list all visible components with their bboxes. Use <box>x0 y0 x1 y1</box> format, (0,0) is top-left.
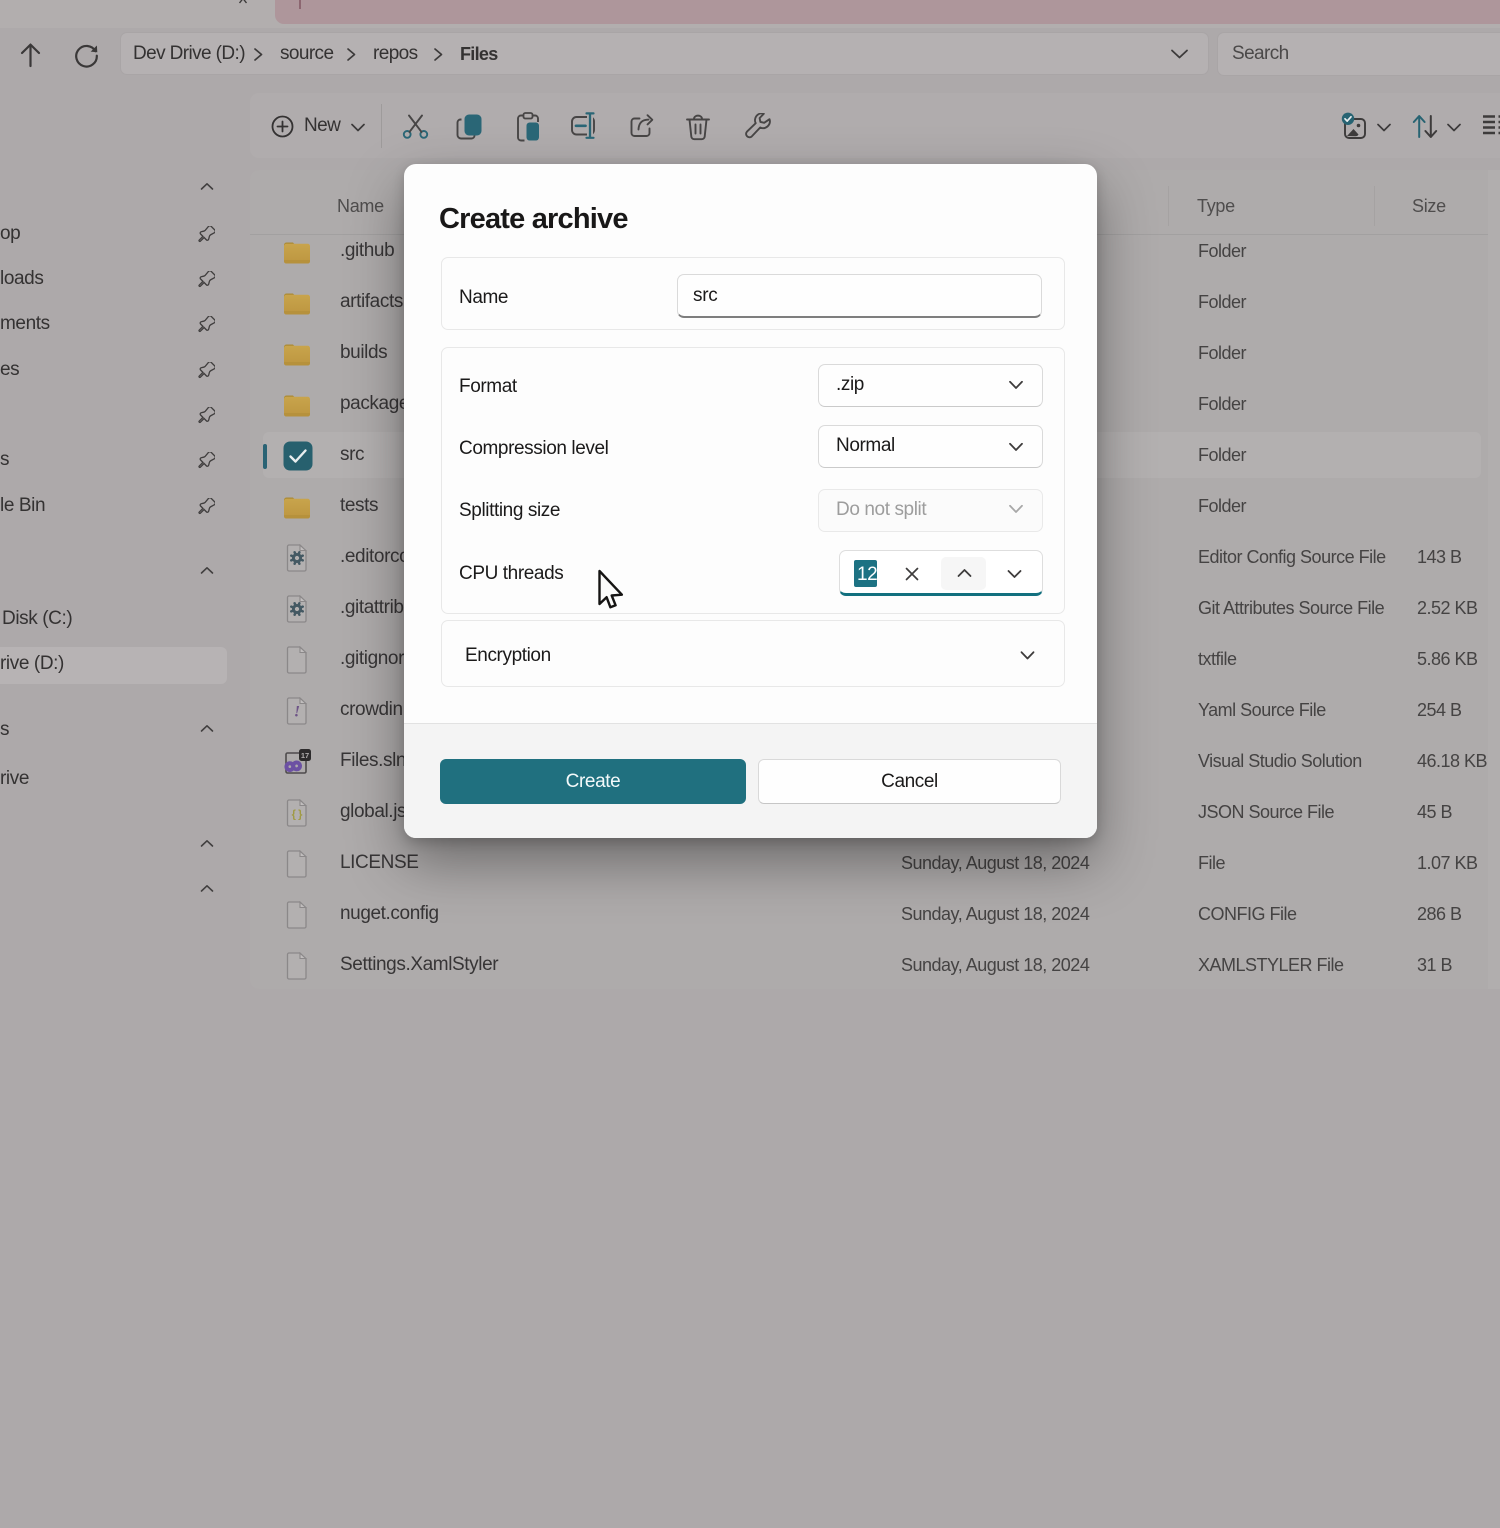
svg-text:17: 17 <box>301 751 309 760</box>
svg-text:!: ! <box>294 704 300 721</box>
svg-text:{ }: { } <box>292 809 303 821</box>
